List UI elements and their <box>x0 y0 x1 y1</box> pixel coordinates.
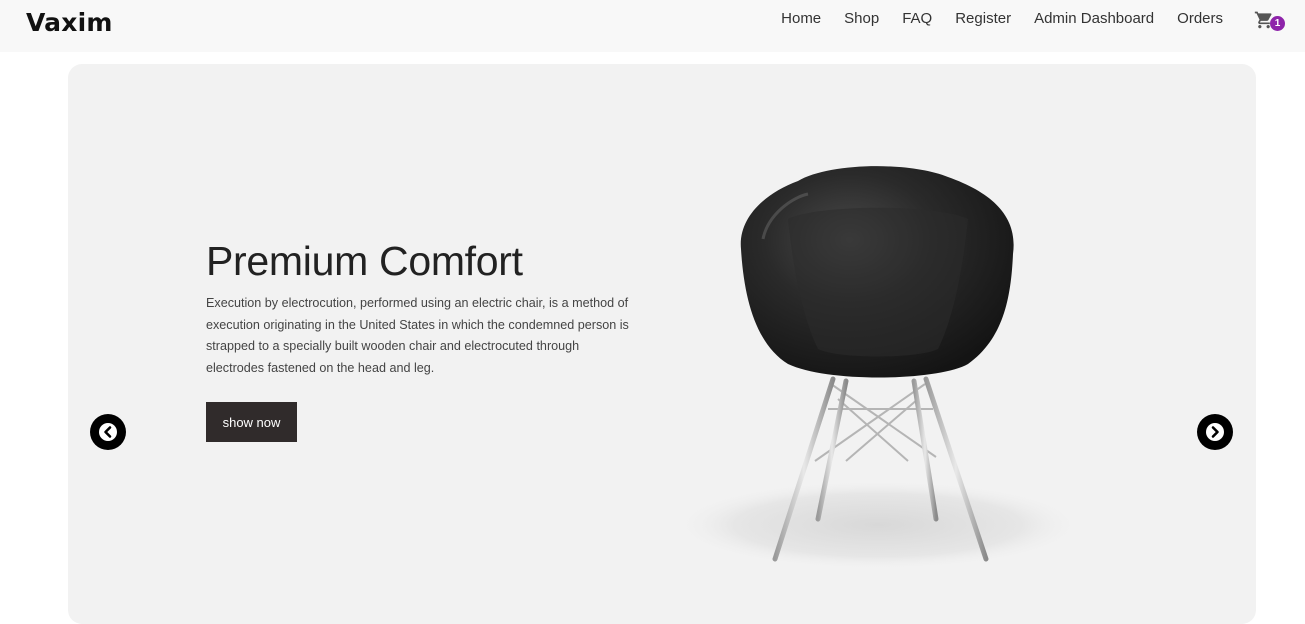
nav-register-link[interactable]: Register <box>955 9 1011 29</box>
cart-count-badge: 1 <box>1270 16 1285 31</box>
chair-product-image <box>673 166 1083 570</box>
nav-faq-link[interactable]: FAQ <box>902 9 932 29</box>
nav-admin-dashboard-link[interactable]: Admin Dashboard <box>1034 9 1154 29</box>
nav-shop-link[interactable]: Shop <box>844 9 879 29</box>
chevron-right-icon <box>1211 426 1219 438</box>
nav-home-link[interactable]: Home <box>781 9 821 29</box>
brand-logo[interactable]: Vaxim <box>26 8 113 37</box>
cart-button[interactable]: 1 <box>1253 10 1285 34</box>
nav-links: Home Shop FAQ Register Admin Dashboard O… <box>781 9 1223 29</box>
navbar: Vaxim Home Shop FAQ Register Admin Dashb… <box>0 0 1305 52</box>
carousel-next-button[interactable] <box>1197 414 1233 450</box>
hero-description: Execution by electrocution, performed us… <box>206 296 629 376</box>
show-now-button[interactable]: show now <box>206 402 297 442</box>
chevron-left-icon <box>104 426 112 438</box>
hero-carousel: Premium Comfort Execution by electrocuti… <box>68 64 1256 624</box>
hero-title: Premium Comfort <box>206 238 523 284</box>
nav-orders-link[interactable]: Orders <box>1177 9 1223 29</box>
carousel-prev-button[interactable] <box>90 414 126 450</box>
